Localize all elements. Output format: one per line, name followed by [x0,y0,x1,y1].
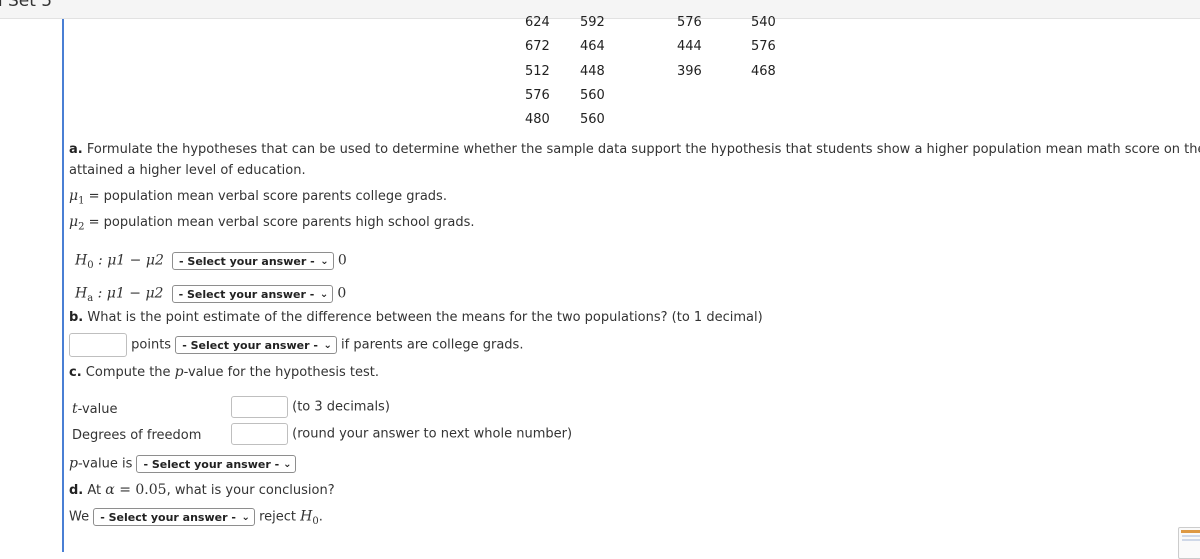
part-b-question: b. What is the point estimate of the dif… [69,310,763,325]
p-symbol: p [174,364,184,380]
table-cell: 468 [751,63,776,79]
mu1-symbol: μ [69,188,79,204]
points-label: points [131,337,172,353]
question-left-border [62,19,64,552]
mu1-definition: μ1 = population mean verbal score parent… [69,188,447,207]
table-cell: 464 [580,39,605,55]
mu2-symbol: μ [69,214,79,230]
table-cell: 560 [580,87,605,103]
conclusion-row: We - Select your answer - ⌄ reject H0. [69,508,323,527]
part-d-label: d. [69,483,84,498]
part-c-text-pre: Compute the [81,365,175,380]
part-a-label: a. [69,142,83,157]
part-b-text: What is the point estimate of the differ… [83,310,763,325]
table-cell: 540 [751,15,776,30]
part-c-text-post: -value for the hypothesis test. [183,365,379,380]
part-c-question: c. Compute the p-value for the hypothesi… [69,364,379,380]
p-symbol: p [69,455,78,472]
part-b-answer-row: points - Select your answer - ⌄ if parent… [69,333,523,357]
thumbnail-line [1182,535,1200,537]
thumbnail-bar [1181,530,1200,533]
ha-operator-select[interactable]: - Select your answer - ⌄ [171,285,334,303]
table-cell: 576 [677,15,702,30]
t-value-label: t-value [72,401,118,417]
df-hint: (round your answer to next whole number) [292,426,573,442]
part-b-label: b. [69,310,84,325]
part-a-question: a. Formulate the hypotheses that can be … [69,142,1200,157]
part-c-label: c. [69,365,82,380]
null-hypothesis-row: H0 : μ1 − μ2 - Select your answer - ⌄ 0 [75,252,347,271]
conclusion-select-value: - Select your answer - [100,511,236,524]
chevron-down-icon: ⌄ [283,459,292,470]
reject-text: reject [259,509,301,525]
part-b-suffix: if parents are college grads. [341,337,524,353]
chevron-down-icon: ⌄ [323,340,332,351]
h0-expression: : μ1 − μ2 [93,252,164,269]
alpha-symbol: α [105,482,115,498]
point-estimate-input[interactable] [69,333,127,357]
part-d-question: d. At α = 0.05, what is your conclusion? [69,482,335,498]
table-cell: 444 [677,39,702,55]
p-value-select[interactable]: - Select your answer - ⌄ [136,455,297,473]
point-estimate-direction-select[interactable]: - Select your answer - ⌄ [175,336,337,354]
t-value-row: (to 3 decimals) [231,396,390,418]
part-a-text: Formulate the hypotheses that can be use… [82,142,1200,157]
p-value-label: -value is [77,456,133,472]
table-cell: 624 [525,15,550,30]
conclusion-select[interactable]: - Select your answer - ⌄ [93,508,255,526]
h0-zero: 0 [337,252,347,269]
table-cell: 576 [525,87,550,103]
mu2-text: = population mean verbal score parents h… [84,215,475,230]
table-cell: 672 [525,39,550,55]
ha-select-value: - Select your answer - [178,288,315,301]
p-value-select-value: - Select your answer - [143,458,280,471]
t-label-text: -value [77,402,118,417]
alternative-hypothesis-row: Ha : μ1 − μ2 - Select your answer - ⌄ 0 [75,285,346,304]
period: . [318,509,323,525]
h0-symbol: H [75,252,88,269]
table-cell: 592 [580,15,605,30]
part-b-select-value: - Select your answer - [182,339,318,352]
equals-sign: = [114,482,136,498]
chevron-down-icon: ⌄ [320,256,329,267]
assignment-title: m Set 5 [0,0,53,11]
thumbnail-line [1182,539,1200,541]
table-cell: 560 [580,112,605,128]
part-d-text-pre: At [83,483,106,498]
t-value-input[interactable] [231,396,288,418]
df-label: Degrees of freedom [72,428,202,443]
degrees-of-freedom-input[interactable] [231,423,288,445]
ha-zero: 0 [337,285,347,302]
window-thumbnail[interactable] [1178,527,1200,559]
alpha-value: 0.05 [135,482,167,498]
ha-expression: : μ1 − μ2 [93,285,164,302]
mu2-definition: μ2 = population mean verbal score parent… [69,214,475,233]
h0-symbol: H [300,508,313,525]
mu1-text: = population mean verbal score parents c… [84,189,447,204]
part-d-text-post: , what is your conclusion? [166,483,335,498]
t-value-hint: (to 3 decimals) [292,399,390,415]
we-label: We [69,509,90,525]
ha-symbol: H [75,285,88,302]
table-cell: 480 [525,112,550,128]
table-cell: 396 [677,63,702,79]
part-a-question-line2: attained a higher level of education. [69,163,306,178]
h0-select-value: - Select your answer - [179,255,315,268]
p-value-row: p-value is - Select your answer - ⌄ [69,455,297,473]
df-row: (round your answer to next whole number) [231,423,572,445]
chevron-down-icon: ⌄ [319,289,329,300]
table-cell: 448 [580,63,605,79]
table-cell: 576 [751,39,776,55]
h0-operator-select[interactable]: - Select your answer - ⌄ [172,252,334,270]
chevron-down-icon: ⌄ [241,512,250,523]
table-cell: 512 [525,63,550,79]
